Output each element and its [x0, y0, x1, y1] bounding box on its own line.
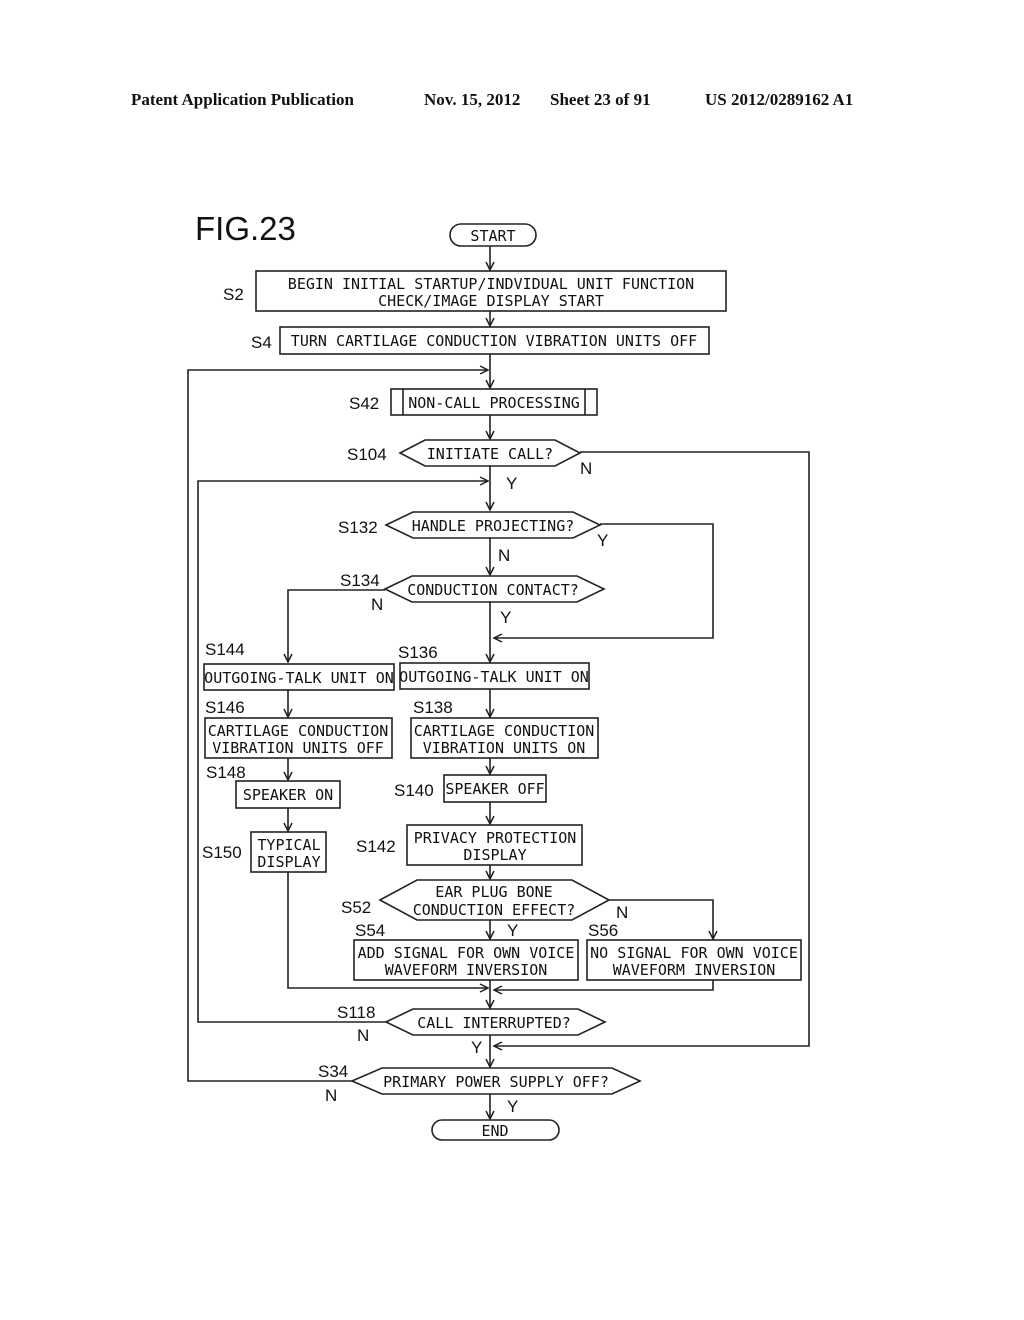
step-text: DISPLAY [257, 853, 320, 871]
step-text: EAR PLUG BONE [435, 883, 552, 901]
step-text: PRIVACY PROTECTION [414, 829, 577, 847]
step-label-s42: S42 [349, 394, 379, 413]
step-text: OUTGOING-TALK UNIT ON [399, 668, 589, 686]
step-text: VIBRATION UNITS OFF [212, 739, 384, 757]
step-label-s54: S54 [355, 921, 385, 940]
branch-no: N [325, 1086, 337, 1105]
step-text: WAVEFORM INVERSION [385, 961, 548, 979]
branch-no: N [371, 595, 383, 614]
branch-no: N [616, 903, 628, 922]
step-text: CONDUCTION EFFECT? [413, 901, 576, 919]
step-text: CARTILAGE CONDUCTION [208, 722, 389, 740]
flow-s56-merge [494, 980, 714, 990]
step-label-s138: S138 [413, 698, 453, 717]
step-text: PRIMARY POWER SUPPLY OFF? [383, 1073, 609, 1091]
branch-no: N [357, 1026, 369, 1045]
step-label-s2: S2 [223, 285, 244, 304]
step-text: HANDLE PROJECTING? [412, 517, 575, 535]
step-text: WAVEFORM INVERSION [613, 961, 776, 979]
step-text: SPEAKER OFF [445, 780, 544, 798]
branch-yes: Y [506, 474, 517, 493]
step-text: TURN CARTILAGE CONDUCTION VIBRATION UNIT… [291, 332, 697, 350]
branch-yes: Y [507, 921, 518, 940]
branch-yes: Y [500, 608, 511, 627]
step-label-s150: S150 [202, 843, 242, 862]
step-text: ADD SIGNAL FOR OWN VOICE [358, 944, 575, 962]
step-label-s136: S136 [398, 643, 438, 662]
step-label-s144: S144 [205, 640, 245, 659]
start-text: START [470, 227, 515, 245]
step-label-s132: S132 [338, 518, 378, 537]
step-label-s34: S34 [318, 1062, 348, 1081]
step-label-s142: S142 [356, 837, 396, 856]
step-label-s4: S4 [251, 333, 272, 352]
step-text: CONDUCTION CONTACT? [407, 581, 579, 599]
step-text: TYPICAL [257, 836, 320, 854]
step-label-s140: S140 [394, 781, 434, 800]
step-label-s56: S56 [588, 921, 618, 940]
step-text: OUTGOING-TALK UNIT ON [204, 669, 394, 687]
branch-no: N [580, 459, 592, 478]
step-text: CARTILAGE CONDUCTION [414, 722, 595, 740]
step-label-s104: S104 [347, 445, 387, 464]
step-text: CALL INTERRUPTED? [417, 1014, 571, 1032]
step-label-s148: S148 [206, 763, 246, 782]
step-text: NON-CALL PROCESSING [408, 394, 580, 412]
branch-yes: Y [597, 531, 608, 550]
end-text: END [481, 1122, 508, 1140]
branch-yes: Y [471, 1038, 482, 1057]
step-text: NO SIGNAL FOR OWN VOICE [590, 944, 798, 962]
step-label-s52: S52 [341, 898, 371, 917]
step-text: INITIATE CALL? [427, 445, 553, 463]
step-label-s146: S146 [205, 698, 245, 717]
step-text: DISPLAY [463, 846, 526, 864]
flowchart: FIG.23 START S2 BEGIN INITIAL STARTUP/IN… [187, 210, 810, 1141]
step-text: VIBRATION UNITS ON [423, 739, 586, 757]
step-label-s118: S118 [337, 1003, 375, 1022]
step-text: CHECK/IMAGE DISPLAY START [378, 292, 604, 310]
branch-no: N [498, 546, 510, 565]
figure-label: FIG.23 [195, 210, 296, 247]
step-label-s134: S134 [340, 571, 380, 590]
branch-yes: Y [507, 1097, 518, 1116]
step-text: SPEAKER ON [243, 786, 333, 804]
step-text: BEGIN INITIAL STARTUP/INDVIDUAL UNIT FUN… [288, 275, 694, 293]
